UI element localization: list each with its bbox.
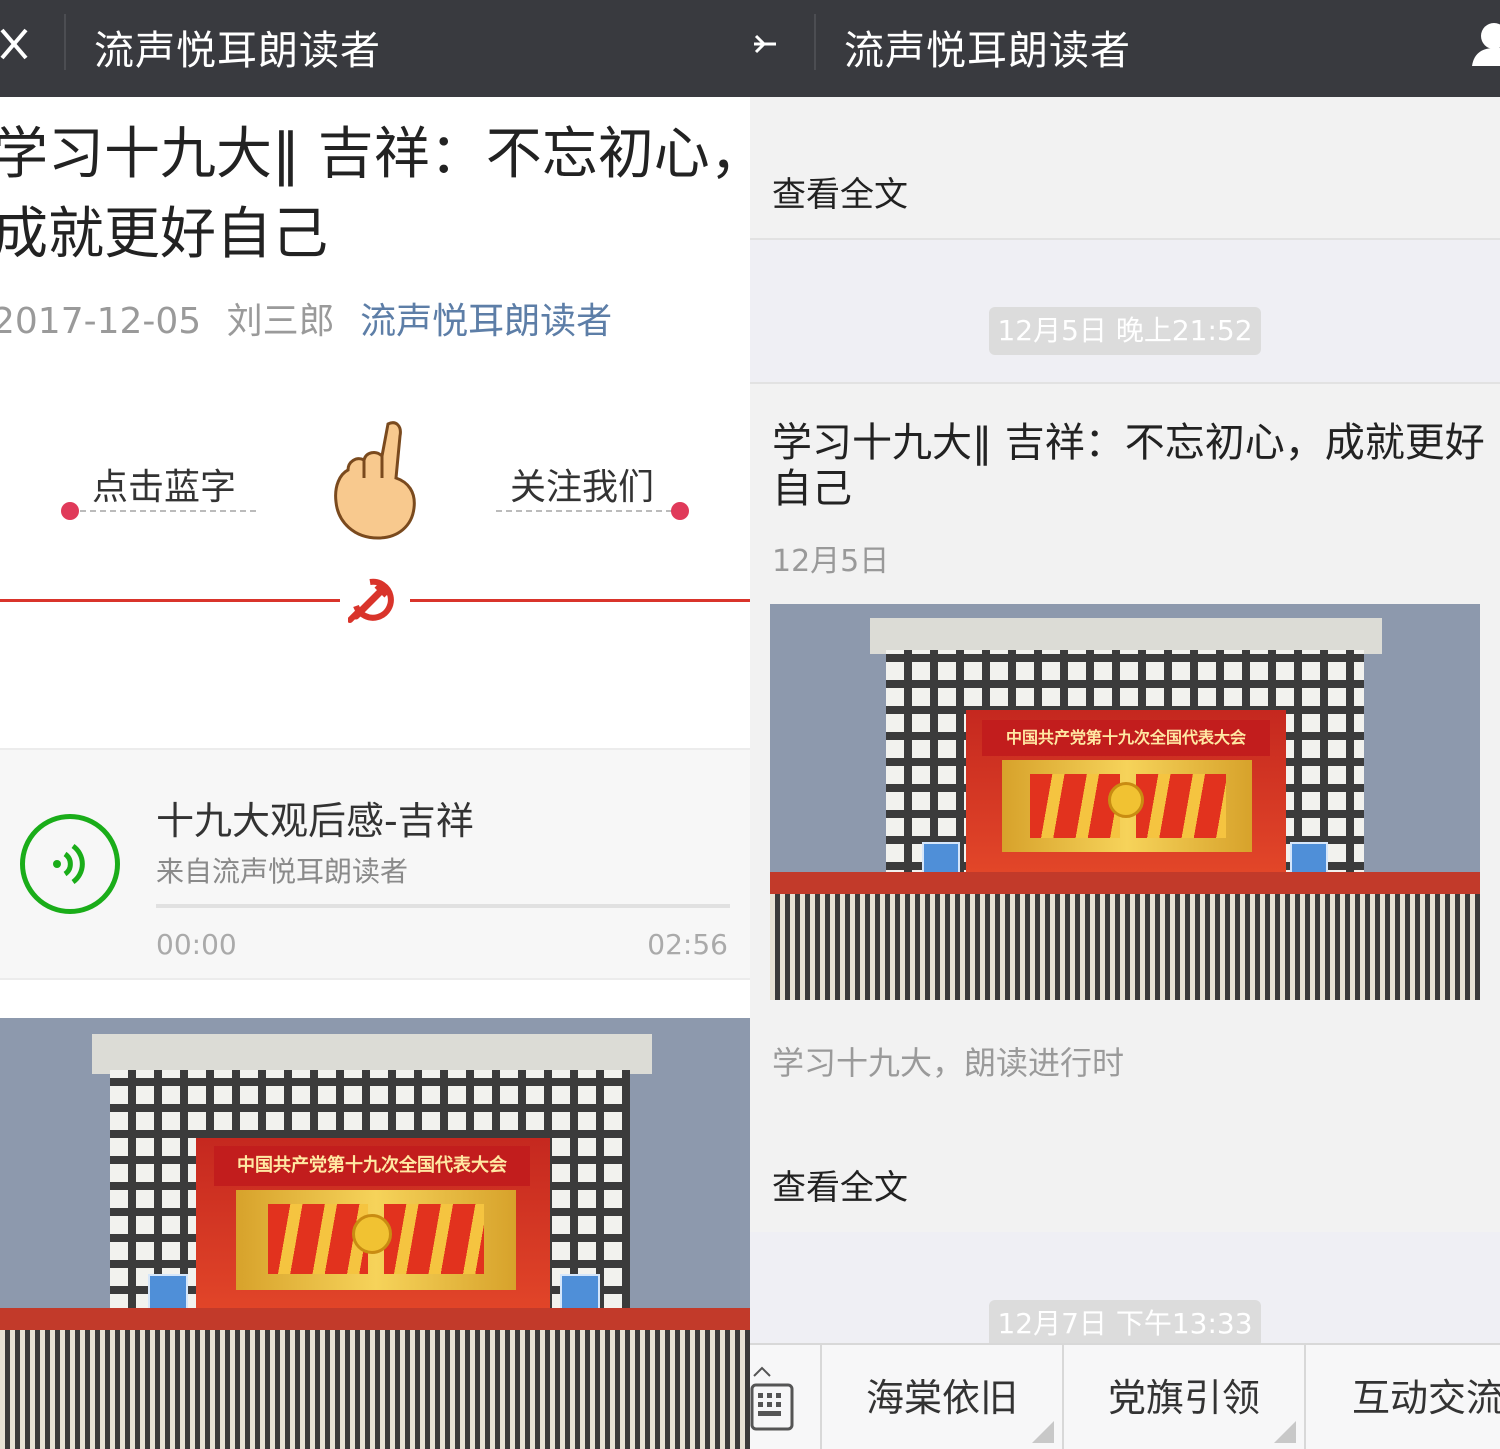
card-date: 12月5日: [772, 544, 890, 579]
menu-item-hudong[interactable]: 互动交流: [1306, 1345, 1500, 1449]
article-author: 刘三郎: [226, 301, 335, 342]
photo-ceiling: [870, 618, 1382, 654]
chat-title: 流声悦耳朗读者: [844, 28, 1131, 74]
pointing-hand-icon: [330, 416, 420, 540]
dots-menu-icon[interactable]: [750, 18, 780, 70]
follow-right-dash: [496, 510, 672, 512]
follow-left-dot: [61, 502, 79, 520]
article-date: 2017-12-05: [0, 301, 202, 342]
article-topbar: 流声悦耳朗读者: [0, 0, 750, 97]
topbar-separator: [814, 14, 816, 70]
audio-progress-bar[interactable]: [156, 904, 730, 908]
chevron-up-icon: [752, 1363, 772, 1377]
topbar-title: 流声悦耳朗读者: [94, 28, 381, 74]
photo-flags-right: [1136, 774, 1226, 838]
menu-item-dangqi[interactable]: 党旗引领: [1064, 1345, 1306, 1449]
timestamp-2: 12月7日 下午13:33: [989, 1300, 1261, 1348]
card-divider: [750, 238, 1500, 240]
follow-right-text: 关注我们: [510, 467, 655, 508]
menu-item-haitang[interactable]: 海棠依旧: [822, 1345, 1064, 1449]
photo-banner: 中国共产党第十九次全国代表大会: [214, 1146, 530, 1186]
photo-seats: [770, 894, 1480, 1000]
photo-emblem: [1108, 782, 1144, 818]
keyboard-toggle[interactable]: [750, 1345, 822, 1449]
article-title-line1: 学习十九大‖ 吉祥：不忘初心，: [0, 122, 750, 187]
menu-item-label: 互动交流: [1352, 1376, 1500, 1420]
audio-card[interactable]: 十九大观后感-吉祥 来自流声悦耳朗读者 00:00 02:56: [0, 748, 750, 980]
article-pane: 流声悦耳朗读者 学习十九大‖ 吉祥：不忘初心， 成就更好自己 2017-12-0…: [0, 0, 750, 1449]
previous-card[interactable]: 查看全文: [750, 97, 1500, 238]
card-photo[interactable]: 中国共产党第十九次全国代表大会: [770, 604, 1480, 1000]
submenu-indicator-icon: [1274, 1421, 1296, 1443]
audio-current-time: 00:00: [156, 928, 237, 961]
view-full-link[interactable]: 查看全文: [772, 1160, 908, 1209]
divider-line-right: [410, 599, 750, 602]
divider-line-left: [0, 599, 340, 602]
keyboard-icon: [750, 1381, 796, 1433]
close-icon[interactable]: [0, 20, 40, 72]
view-full-link-top[interactable]: 查看全文: [772, 167, 908, 216]
menu-item-label: 海棠依旧: [865, 1376, 1018, 1420]
chat-topbar: 流声悦耳朗读者: [750, 0, 1500, 97]
article-title: 学习十九大‖ 吉祥：不忘初心， 成就更好自己: [0, 115, 750, 275]
audio-title: 十九大观后感-吉祥: [156, 799, 474, 843]
account-link[interactable]: 流声悦耳朗读者: [360, 301, 612, 342]
topbar-separator: [64, 14, 66, 70]
photo-seats: [0, 1330, 750, 1449]
audio-source: 来自流声悦耳朗读者: [156, 855, 409, 888]
photo-ceiling: [92, 1034, 652, 1074]
article-title-line2: 成就更好自己: [0, 202, 328, 267]
photo-emblem: [352, 1214, 392, 1254]
profile-icon[interactable]: [1468, 18, 1500, 70]
sound-wave-icon: [51, 841, 91, 887]
article-meta: 2017-12-05 刘三郎 流声悦耳朗读者: [0, 292, 612, 344]
chat-pane: 流声悦耳朗读者 查看全文 12月5日 晚上21:52 学习十九大‖ 吉祥：不忘初…: [750, 0, 1500, 1449]
audio-duration: 02:56: [647, 928, 728, 961]
photo-flags-right: [384, 1204, 484, 1274]
follow-left-text: 点击蓝字: [92, 467, 237, 508]
timestamp-1: 12月5日 晚上21:52: [989, 307, 1261, 355]
card-title[interactable]: 学习十九大‖ 吉祥：不忘初心，成就更好自己: [772, 420, 1492, 512]
photo-banner: 中国共产党第十九次全国代表大会: [982, 720, 1270, 756]
article-photo[interactable]: 中国共产党第十九次全国代表大会: [0, 1018, 750, 1449]
party-emblem-icon: [347, 576, 398, 624]
photo-flags-left: [1030, 774, 1120, 838]
submenu-indicator-icon: [1032, 1421, 1054, 1443]
follow-right-dot: [671, 502, 689, 520]
bottom-menu: 海棠依旧 党旗引领 互动交流: [750, 1343, 1500, 1449]
menu-item-label: 党旗引领: [1107, 1376, 1260, 1420]
audio-play-button[interactable]: [20, 814, 120, 914]
follow-left-dash: [80, 510, 256, 512]
card-digest: 学习十九大，朗读进行时: [772, 1044, 1125, 1082]
